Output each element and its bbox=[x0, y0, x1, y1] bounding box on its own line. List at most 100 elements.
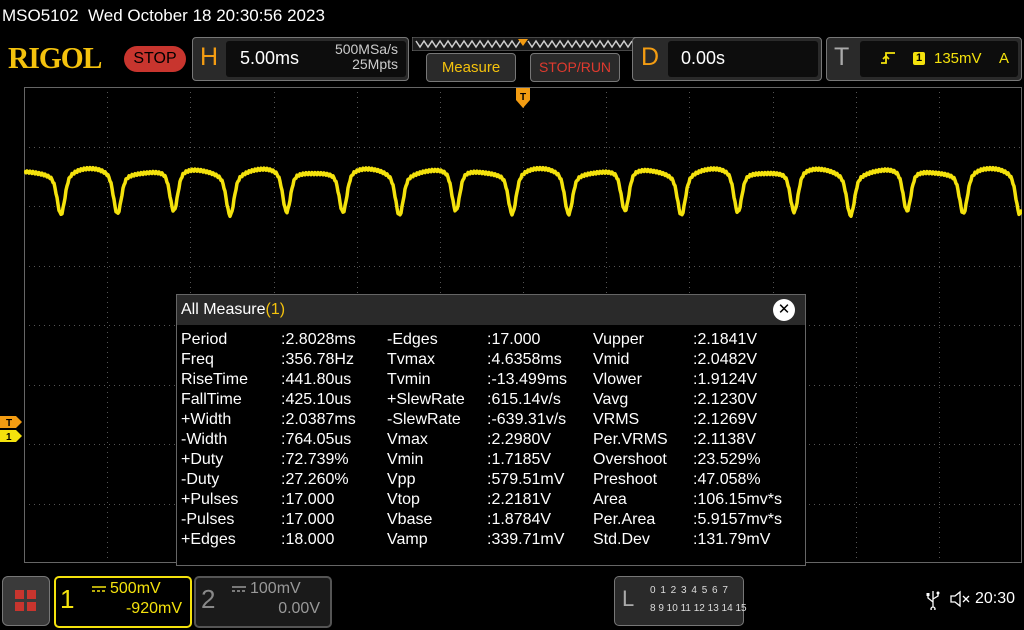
measure-name: Vamp bbox=[387, 531, 428, 548]
sample-rate-info: 500MSa/s 25Mpts bbox=[318, 42, 398, 72]
measure-name: Vmax bbox=[387, 431, 428, 448]
measure-name: +Width bbox=[181, 411, 232, 428]
measure-window-header[interactable]: All Measure(1) ✕ bbox=[177, 295, 805, 325]
measure-value: :5.9157mv*s bbox=[693, 511, 782, 528]
all-measure-window[interactable]: All Measure(1) ✕ Period:2.8028ms Freq:356… bbox=[176, 294, 806, 566]
measure-value: :4.6358ms bbox=[487, 351, 562, 368]
ch2-number: 2 bbox=[201, 584, 216, 614]
memory-depth: 25Mpts bbox=[352, 56, 398, 72]
measure-value: :2.2181V bbox=[487, 491, 552, 508]
run-state-badge[interactable]: STOP bbox=[124, 46, 186, 72]
measure-value: :23.529% bbox=[693, 451, 761, 468]
measure-value: :2.1138V bbox=[693, 431, 756, 448]
measure-name: -Duty bbox=[181, 471, 220, 488]
measure-name: Vavg bbox=[593, 391, 629, 408]
measure-name: VRMS bbox=[593, 411, 640, 428]
measure-value: :615.14v/s bbox=[487, 391, 561, 408]
measure-name: Vpp bbox=[387, 471, 416, 488]
measure-value: :27.260% bbox=[281, 471, 349, 488]
measure-value: :764.05us bbox=[281, 431, 352, 448]
measure-name: Std.Dev bbox=[593, 531, 650, 548]
trigger-letter: T bbox=[834, 43, 850, 71]
measure-name: -SlewRate bbox=[387, 411, 461, 428]
measure-name: +Duty bbox=[181, 451, 224, 468]
measure-value: :17.000 bbox=[281, 511, 335, 528]
measure-value: :2.1269V bbox=[693, 411, 758, 428]
measure-window-title-text: All Measure bbox=[181, 301, 266, 318]
logic-analyzer-letter: L bbox=[622, 586, 635, 611]
measure-value: :17.000 bbox=[281, 491, 335, 508]
measure-name: Per.VRMS bbox=[593, 431, 668, 448]
measure-name: Vtop bbox=[387, 491, 420, 508]
datetime: Wed October 18 20:30:56 2023 bbox=[88, 6, 325, 25]
measure-value: :2.0482V bbox=[693, 351, 758, 368]
measure-name: Tvmax bbox=[387, 351, 435, 368]
ch1-scale: 500mV bbox=[110, 580, 161, 597]
measure-name: +Pulses bbox=[181, 491, 239, 508]
measure-name: Vlower bbox=[593, 371, 642, 388]
measure-name: Vmin bbox=[387, 451, 424, 468]
close-icon[interactable]: ✕ bbox=[773, 299, 795, 321]
ch1-waveform-trace bbox=[24, 165, 1022, 219]
delay-letter: D bbox=[641, 43, 660, 71]
ch2-offset: 0.00V bbox=[278, 600, 320, 617]
measure-name: Preshoot bbox=[593, 471, 658, 488]
stop-run-button-label: STOP/RUN bbox=[538, 59, 612, 75]
trigger-level-marker[interactable]: T bbox=[0, 416, 22, 429]
measure-value: :425.10us bbox=[281, 391, 352, 408]
la-channels-row1: 0 1 2 3 4 5 6 7 bbox=[650, 585, 729, 596]
ch1-ground-marker[interactable]: 1 bbox=[0, 430, 22, 442]
usb-icon bbox=[926, 591, 940, 610]
speaker-muted-icon[interactable] bbox=[950, 590, 972, 608]
trigger-level: 135mV bbox=[934, 50, 982, 67]
measure-name: FallTime bbox=[181, 391, 242, 408]
measure-value: :2.2980V bbox=[487, 431, 552, 448]
measure-window-title: All Measure(1) bbox=[181, 301, 285, 319]
measure-value: :1.7185V bbox=[487, 451, 552, 468]
measure-value: :441.80us bbox=[281, 371, 352, 388]
measure-value: :-13.499ms bbox=[487, 371, 568, 388]
status-clock: 20:30 bbox=[975, 590, 1016, 607]
menu-grid-icon[interactable] bbox=[2, 576, 50, 626]
measure-value: :1.9124V bbox=[693, 371, 758, 388]
measure-value: :18.000 bbox=[281, 531, 335, 548]
measure-name: Freq bbox=[181, 351, 214, 368]
measure-value: :47.058% bbox=[693, 471, 761, 488]
dc-coupling-icon bbox=[92, 586, 106, 592]
svg-text:T: T bbox=[520, 92, 526, 103]
ch1-number: 1 bbox=[60, 584, 75, 614]
measure-value: :1.8784V bbox=[487, 511, 552, 528]
measure-name: +Edges bbox=[181, 531, 236, 548]
title-line: MSO5102 Wed October 18 20:30:56 2023 bbox=[2, 6, 325, 26]
trigger-source-badge: 1 bbox=[913, 52, 925, 65]
measure-name: -Edges bbox=[387, 331, 438, 348]
measure-name: Vbase bbox=[387, 511, 433, 528]
measure-button[interactable]: Measure bbox=[426, 53, 516, 82]
stop-run-button[interactable]: STOP/RUN bbox=[530, 53, 620, 82]
timebase-value: 5.00ms bbox=[240, 48, 300, 68]
measure-value: :17.000 bbox=[487, 331, 541, 348]
measure-value: :131.79mV bbox=[693, 531, 771, 548]
brand-logo: RIGOL bbox=[8, 40, 102, 75]
measure-name: +SlewRate bbox=[387, 391, 465, 408]
la-channels-row2: 8 9 10 11 12 13 14 15 bbox=[650, 603, 747, 614]
measure-value: :106.15mv*s bbox=[693, 491, 782, 508]
channel-markers: T 1 bbox=[0, 416, 22, 442]
measure-value: :2.1230V bbox=[693, 391, 758, 408]
trigger-position-marker: T bbox=[516, 88, 530, 108]
measure-name: Vupper bbox=[593, 331, 644, 348]
measure-value: :356.78Hz bbox=[281, 351, 354, 368]
dc-coupling-icon bbox=[232, 586, 246, 592]
horizontal-letter: H bbox=[200, 43, 219, 71]
measure-source-count: (1) bbox=[265, 301, 286, 318]
measure-name: Area bbox=[593, 491, 627, 508]
measure-name: -Width bbox=[181, 431, 228, 448]
measure-value: :2.1841V bbox=[693, 331, 758, 348]
model-name: MSO5102 bbox=[2, 6, 79, 25]
trigger-position-ruler bbox=[412, 37, 636, 51]
ch1-ground-marker-label: 1 bbox=[6, 432, 12, 442]
trigger-mode: A bbox=[999, 50, 1010, 67]
measure-value: :2.8028ms bbox=[281, 331, 356, 348]
measure-name: Tvmin bbox=[387, 371, 431, 388]
rising-edge-icon bbox=[881, 52, 895, 64]
